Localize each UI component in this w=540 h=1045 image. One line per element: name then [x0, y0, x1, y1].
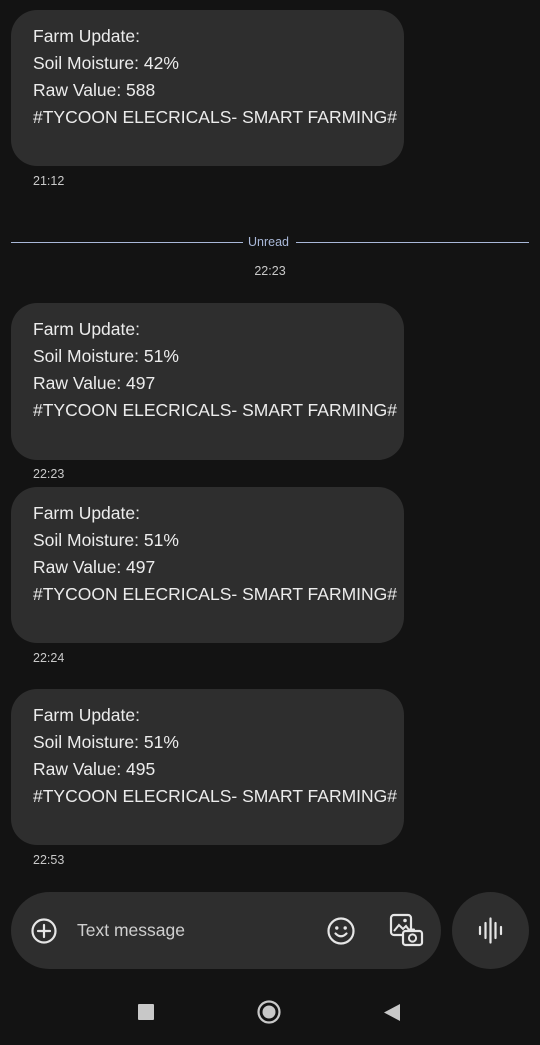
message-line: Soil Moisture: 51% [33, 346, 179, 366]
navigation-bar [0, 985, 540, 1045]
message-line: Farm Update: [33, 319, 140, 339]
message-line: Raw Value: 497 [33, 557, 156, 577]
message-line: #TYCOON ELECRICALS- SMART FARMING# [33, 400, 398, 420]
message-bubble[interactable]: Farm Update: Soil Moisture: 42% Raw Valu… [11, 10, 404, 166]
voice-button[interactable] [452, 892, 529, 969]
message-timestamp: 22:53 [33, 853, 65, 867]
message-line: Raw Value: 588 [33, 80, 156, 100]
message-line: Soil Moisture: 51% [33, 530, 179, 550]
message-bubble[interactable]: Farm Update: Soil Moisture: 51% Raw Valu… [11, 303, 404, 460]
recents-icon[interactable] [138, 1004, 154, 1020]
home-icon[interactable] [257, 1000, 281, 1024]
message-line: Soil Moisture: 51% [33, 732, 179, 752]
message-timestamp: 21:12 [33, 174, 65, 188]
unread-divider-left [11, 242, 243, 243]
add-icon[interactable] [30, 917, 58, 945]
emoji-icon[interactable] [326, 916, 356, 946]
message-line: Farm Update: [33, 503, 140, 523]
text-message-input[interactable]: Text message [77, 920, 185, 941]
message-line: #TYCOON ELECRICALS- SMART FARMING# [33, 584, 398, 604]
message-line: Farm Update: [33, 705, 140, 725]
message-bubble[interactable]: Farm Update: Soil Moisture: 51% Raw Valu… [11, 689, 404, 845]
message-line: Raw Value: 497 [33, 373, 156, 393]
message-line: #TYCOON ELECRICALS- SMART FARMING# [33, 107, 398, 127]
voice-icon [478, 917, 503, 944]
message-line: Raw Value: 495 [33, 759, 156, 779]
gallery-icon[interactable] [389, 913, 425, 949]
message-line: Farm Update: [33, 26, 140, 46]
message-composer: Text message [11, 892, 441, 969]
unread-divider-right [296, 242, 529, 243]
message-timestamp: 22:24 [33, 651, 65, 665]
unread-label: Unread [248, 235, 289, 249]
section-timestamp: 22:23 [254, 264, 286, 278]
message-line: #TYCOON ELECRICALS- SMART FARMING# [33, 786, 398, 806]
back-icon[interactable] [383, 1003, 401, 1022]
message-timestamp: 22:23 [33, 467, 65, 481]
message-line: Soil Moisture: 42% [33, 53, 179, 73]
message-bubble[interactable]: Farm Update: Soil Moisture: 51% Raw Valu… [11, 487, 404, 643]
